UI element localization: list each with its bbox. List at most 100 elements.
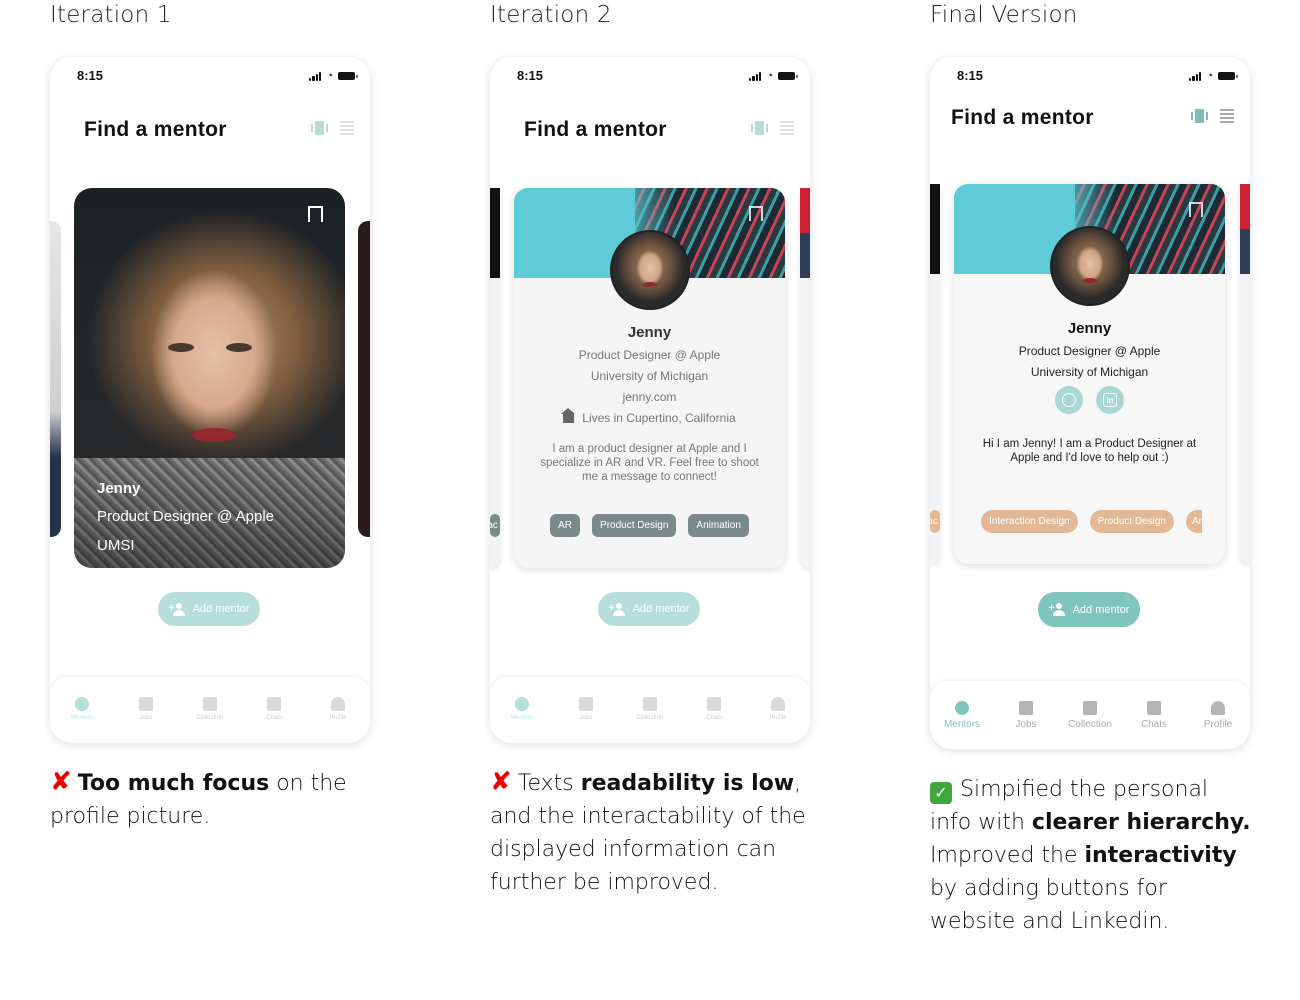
website-button[interactable] [1055, 386, 1083, 414]
tab-jobs[interactable]: Jobs [556, 697, 616, 721]
tab-bar: Mentors Jobs Collection Chats Profile [490, 677, 810, 743]
card-view-icon[interactable] [751, 121, 768, 135]
previous-card-peek[interactable] [50, 221, 61, 537]
signal-icon [1188, 71, 1202, 81]
list-view-icon[interactable] [780, 121, 794, 135]
bookmark-icon[interactable] [1189, 202, 1203, 217]
tab-bar: Mentors Jobs Collection Chats Profile [50, 677, 370, 743]
add-mentor-label: Add mentor [1072, 603, 1130, 616]
tab-collection[interactable]: Collection [1060, 701, 1120, 730]
mentor-role: Product Designer @ Apple [1018, 344, 1161, 358]
caption-text: Improved the [930, 843, 1085, 868]
tab-chats[interactable]: Chats [244, 697, 304, 721]
card-view-icon[interactable] [1191, 109, 1208, 123]
mentor-role: Product Designer @ Apple [578, 348, 721, 362]
caption-iteration-1: ✘ Too much focus on the profile picture. [50, 766, 450, 833]
caption-text: , [794, 771, 802, 796]
tab-collection[interactable]: Collection [180, 697, 240, 721]
caption-text: on the [269, 771, 347, 796]
status-icons: ◔ [748, 70, 798, 82]
caption-text: further be improved. [490, 870, 719, 895]
tag-chip[interactable]: AR [550, 514, 581, 537]
tab-profile[interactable]: Profile [308, 697, 368, 721]
caption-text: website and Linkedin. [930, 909, 1170, 934]
tab-label: Profile [769, 715, 787, 721]
tab-jobs[interactable]: Jobs [116, 697, 176, 721]
add-mentor-label: Add mentor [632, 603, 690, 615]
tag-chip[interactable]: Product Design [1089, 510, 1174, 533]
tab-mentors[interactable]: Mentors [932, 701, 992, 730]
tab-mentors[interactable]: Mentors [52, 697, 112, 721]
mentor-profile-card[interactable]: Jenny Product Designer @ Apple Universit… [954, 184, 1225, 564]
tab-profile[interactable]: Profile [1188, 701, 1248, 730]
profile-photo-eye [226, 343, 252, 352]
battery-icon [778, 72, 798, 80]
phone-mockup-final: 8:15 ◔ Find a mentor rac Jenny Product D… [930, 57, 1250, 749]
tag-chip-peek[interactable]: An [1185, 510, 1202, 533]
person-icon [771, 697, 785, 711]
status-icons: ◔ [308, 70, 358, 82]
bookmark-icon [643, 697, 657, 711]
status-time: 8:15 [77, 68, 104, 83]
person-icon [331, 697, 345, 711]
check-icon: ✓ [930, 782, 952, 804]
tag-chip[interactable]: Animation [688, 514, 749, 537]
chat-icon [267, 697, 281, 711]
tab-collection[interactable]: Collection [620, 697, 680, 721]
battery-icon [338, 72, 358, 80]
avatar [610, 230, 690, 310]
previous-card-peek[interactable]: rac [930, 184, 940, 564]
battery-icon [1218, 72, 1238, 80]
tag-list: AR Product Design Animation [514, 514, 785, 537]
list-view-icon[interactable] [340, 121, 354, 135]
caption-emphasis: clearer hierarchy. [1031, 810, 1251, 835]
linkedin-button[interactable]: in [1096, 386, 1124, 414]
lightbulb-icon [515, 697, 529, 711]
tab-label: Jobs [579, 715, 593, 721]
caption-text: and the interactability of the [490, 804, 806, 829]
add-mentor-button[interactable]: + Add mentor [1038, 592, 1140, 627]
tab-mentors[interactable]: Mentors [492, 697, 552, 721]
tab-jobs[interactable]: Jobs [996, 701, 1056, 730]
bookmark-icon[interactable] [308, 206, 323, 222]
signal-icon [308, 71, 322, 81]
caption-text: profile picture. [50, 804, 211, 829]
add-mentor-button[interactable]: + Add mentor [158, 592, 260, 626]
tab-label: Mentors [71, 715, 93, 721]
phone-mockup-iteration-2: 8:15 ◔ Find a mentor rac Jenny Product D… [490, 57, 810, 743]
caption-iteration-2: ✘ Texts readability is low, and the inter… [490, 766, 910, 899]
list-view-icon[interactable] [1220, 109, 1234, 123]
tab-label: Jobs [1015, 719, 1037, 730]
mentor-name: Jenny [1067, 320, 1112, 337]
signal-icon [748, 71, 762, 81]
mentor-bio: Hi I am Jenny! I am a Product Designer a… [982, 438, 1197, 464]
tab-label: Chats [706, 715, 722, 721]
mentor-location: Lives in Cupertino, California [514, 408, 785, 425]
add-mentor-button[interactable]: + Add mentor [598, 592, 700, 626]
lightbulb-icon [955, 701, 969, 715]
bookmark-icon [203, 697, 217, 711]
tag-chip[interactable]: Product Design [592, 514, 677, 537]
tab-label: Jobs [139, 715, 153, 721]
tab-label: Chats [1140, 719, 1168, 730]
tab-chats[interactable]: Chats [684, 697, 744, 721]
wifi-icon: ◔ [1206, 70, 1213, 82]
add-person-icon: + [1049, 603, 1067, 616]
tab-chats[interactable]: Chats [1124, 701, 1184, 730]
person-icon [1211, 701, 1225, 715]
next-card-peek[interactable] [1240, 184, 1250, 564]
mentor-profile-card[interactable]: Jenny Product Designer @ Apple Universit… [514, 188, 785, 568]
card-view-icon[interactable] [311, 121, 328, 135]
next-card-peek[interactable] [800, 188, 810, 568]
add-person-icon: + [609, 602, 627, 616]
tab-profile[interactable]: Profile [748, 697, 808, 721]
tag-list: Interaction Design Product Design An [954, 510, 1225, 533]
caption-text: Texts [517, 771, 581, 796]
mentor-photo-card[interactable]: Jenny Product Designer @ Apple UMSI [74, 188, 345, 568]
previous-card-peek[interactable]: rac [490, 188, 500, 568]
next-card-peek[interactable] [358, 221, 370, 537]
caption-emphasis: Too much focus [77, 771, 270, 796]
tag-chip[interactable]: Interaction Design [981, 510, 1078, 533]
page-title: Find a mentor [524, 118, 667, 141]
bookmark-icon[interactable] [749, 206, 763, 221]
